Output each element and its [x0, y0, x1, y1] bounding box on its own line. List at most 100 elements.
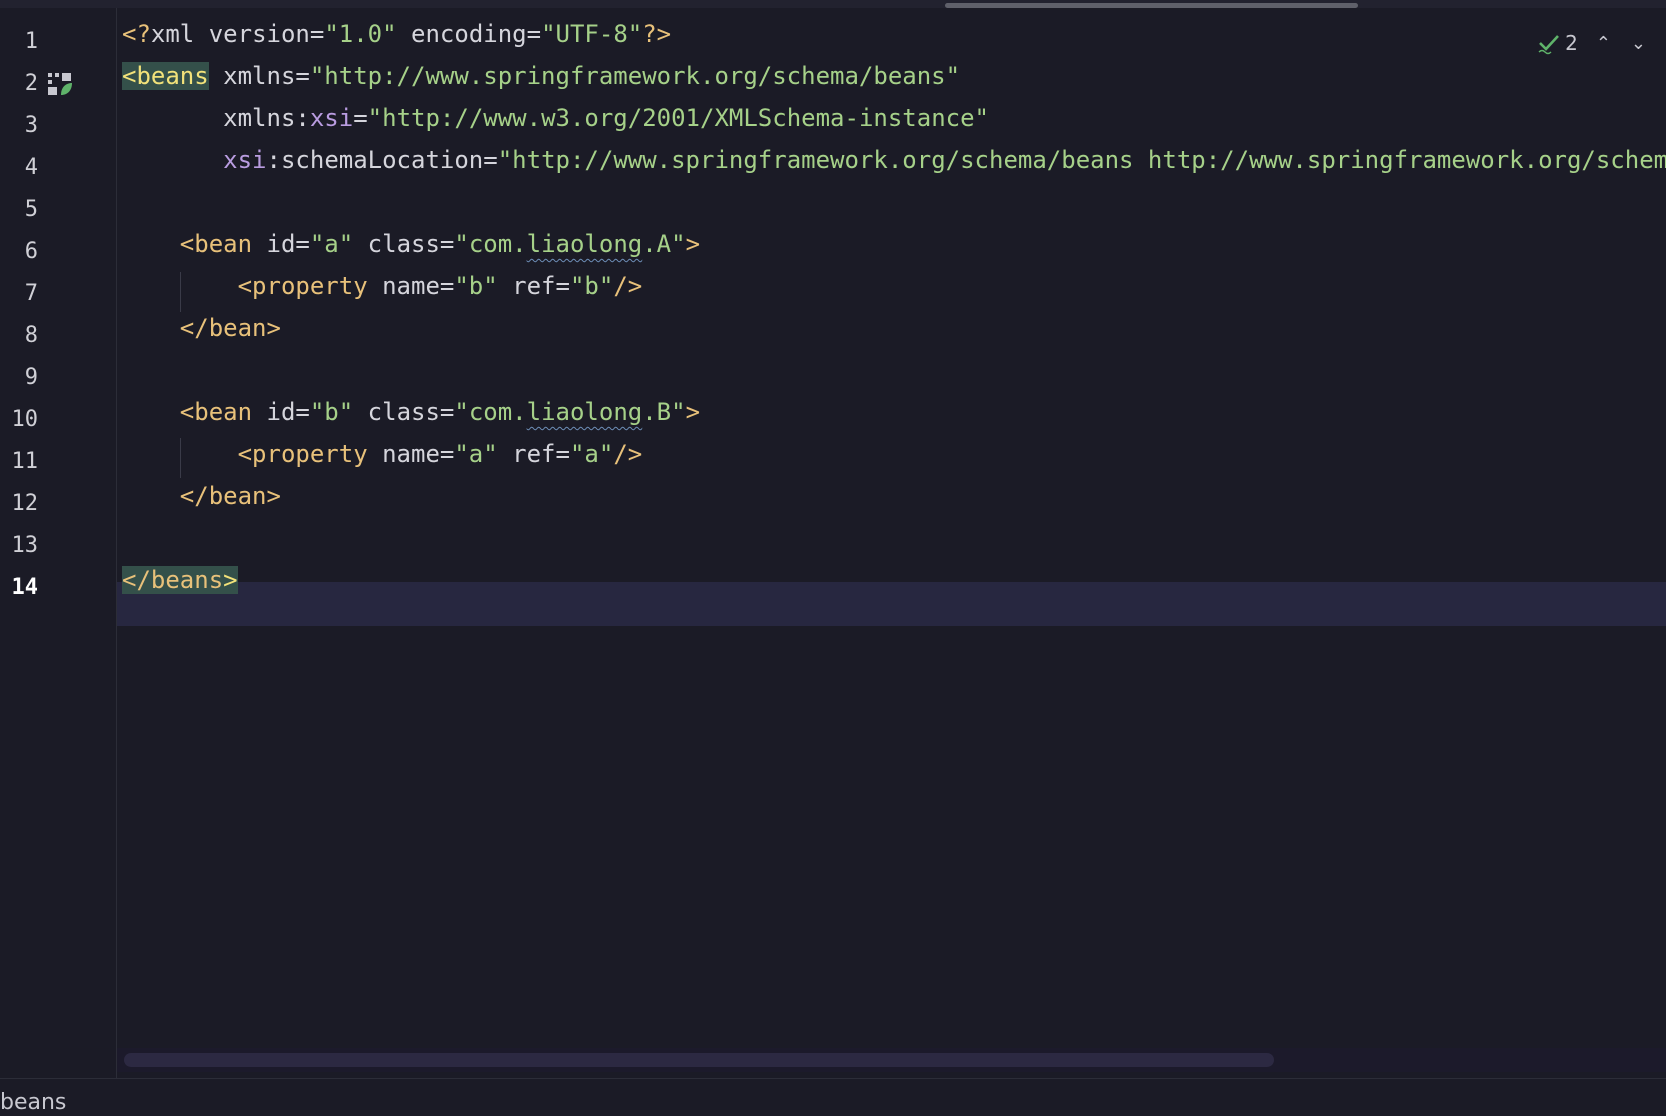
code-line-2[interactable]: <beans xmlns="http://www.springframework… [122, 54, 960, 98]
equals: = [353, 104, 368, 132]
code-line-14[interactable]: </beans> [122, 558, 238, 602]
line-number-gutter[interactable]: 1 2 3 4 5 6 7 8 9 10 11 12 13 14 [0, 8, 117, 1078]
tag-close: > [685, 230, 701, 258]
check-icon [1538, 35, 1560, 55]
code-line-10[interactable]: <bean id="b" class="com.liaolong.B"> [122, 390, 700, 434]
equals: = [555, 272, 570, 300]
attr-name: version [208, 20, 310, 48]
attr-name: id [266, 398, 296, 426]
line-number: 9 [24, 365, 38, 390]
line-number: 13 [11, 533, 39, 558]
line-number: 7 [24, 281, 38, 306]
line-number: 1 [24, 29, 38, 54]
attr-value: "com. [454, 230, 527, 258]
attr-value: .A" [642, 230, 686, 258]
code-line-6[interactable]: <bean id="a" class="com.liaolong.A"> [122, 222, 700, 266]
line-number: 8 [24, 323, 38, 348]
equals: = [439, 440, 455, 468]
code-editor[interactable]: <?xml version="1.0" encoding="UTF-8"?> <… [117, 8, 1666, 1078]
tag-self-close: /> [613, 272, 643, 300]
equals: = [439, 230, 455, 258]
line-number: 5 [24, 197, 38, 222]
line-number: 3 [24, 113, 38, 138]
code-line-8[interactable]: </bean> [122, 306, 281, 350]
tag-self-close: /> [613, 440, 643, 468]
current-line-highlight [117, 582, 1666, 626]
line-number-current: 14 [11, 575, 39, 600]
status-bar [0, 1078, 1666, 1105]
code-line-1[interactable]: <?xml version="1.0" encoding="UTF-8"?> [122, 12, 671, 56]
horizontal-scrollbar[interactable] [117, 1048, 1666, 1072]
attr-name: ref [512, 272, 556, 300]
tag-open-property: <property [237, 272, 368, 300]
code-line-3[interactable]: xmlns:xsi="http://www.w3.org/2001/XMLSch… [122, 96, 989, 140]
tag-open-bean: <bean [179, 230, 253, 258]
typo-squiggle-word[interactable]: liaolong [527, 398, 643, 426]
breadcrumb[interactable]: beans [0, 1090, 66, 1116]
attr-name: xmlns [223, 62, 296, 90]
equals: = [483, 146, 498, 174]
line-number: 10 [11, 407, 39, 432]
horizontal-scrollbar-thumb[interactable] [124, 1053, 1274, 1067]
equals: = [439, 398, 455, 426]
chevron-up-icon[interactable]: ⌃ [1596, 33, 1611, 54]
attr-value: "a" [569, 440, 614, 468]
attr-name: name [382, 440, 440, 468]
attr-value: "a" [309, 230, 354, 258]
attr-name: class [367, 398, 440, 426]
tag-close-beans-matched: </beans> [122, 566, 238, 594]
chevron-down-icon[interactable]: ⌄ [1631, 33, 1646, 54]
attr-value: "http://www.springframework.org/schema/b… [309, 62, 961, 90]
attr-name: :schemaLocation [266, 146, 484, 174]
typo-squiggle-word[interactable]: liaolong [527, 230, 643, 258]
code-line-11[interactable]: <property name="a" ref="a"/> [122, 432, 643, 476]
spring-bean-gutter-icon[interactable] [47, 71, 73, 97]
namespace-prefix: xsi [309, 104, 354, 132]
tag-close-bracket: > [223, 566, 238, 594]
tag-open-bean: <bean [179, 398, 253, 426]
code-line-12[interactable]: </bean> [122, 474, 281, 518]
equals: = [295, 398, 310, 426]
top-horizontal-scrollbar[interactable] [0, 0, 1666, 8]
tag-close-beans: </beans [122, 566, 224, 594]
xml-pi-open: <? [122, 20, 151, 48]
code-line-7[interactable]: <property name="b" ref="b"/> [122, 264, 643, 308]
xml-pi-close: ?> [642, 20, 672, 48]
attr-value: "a" [454, 440, 498, 468]
attr-name: encoding [411, 20, 527, 48]
attr-value: "http://www.springframework.org/schema/b… [497, 146, 1666, 174]
equals: = [295, 230, 310, 258]
attr-name: id [266, 230, 296, 258]
inspection-widget[interactable]: 2 ⌃ ⌄ [1537, 28, 1666, 58]
equals: = [309, 20, 325, 48]
tag-open-beans-matched: <beans [122, 62, 209, 90]
tag-close-bean: </bean> [179, 482, 281, 510]
attr-value: "UTF-8" [541, 20, 643, 48]
line-number: 2 [24, 71, 38, 96]
equals: = [295, 62, 310, 90]
attr-value: .B" [642, 398, 686, 426]
tag-close-bean: </bean> [179, 314, 281, 342]
equals: = [526, 20, 542, 48]
code-line-4[interactable]: xsi:schemaLocation="http://www.springfra… [122, 138, 1666, 182]
line-number: 6 [24, 239, 38, 264]
line-number: 4 [24, 155, 38, 180]
attr-value: "http://www.w3.org/2001/XMLSchema-instan… [367, 104, 989, 132]
attr-value: "b" [454, 272, 498, 300]
equals: = [439, 272, 455, 300]
attr-name: class [367, 230, 440, 258]
